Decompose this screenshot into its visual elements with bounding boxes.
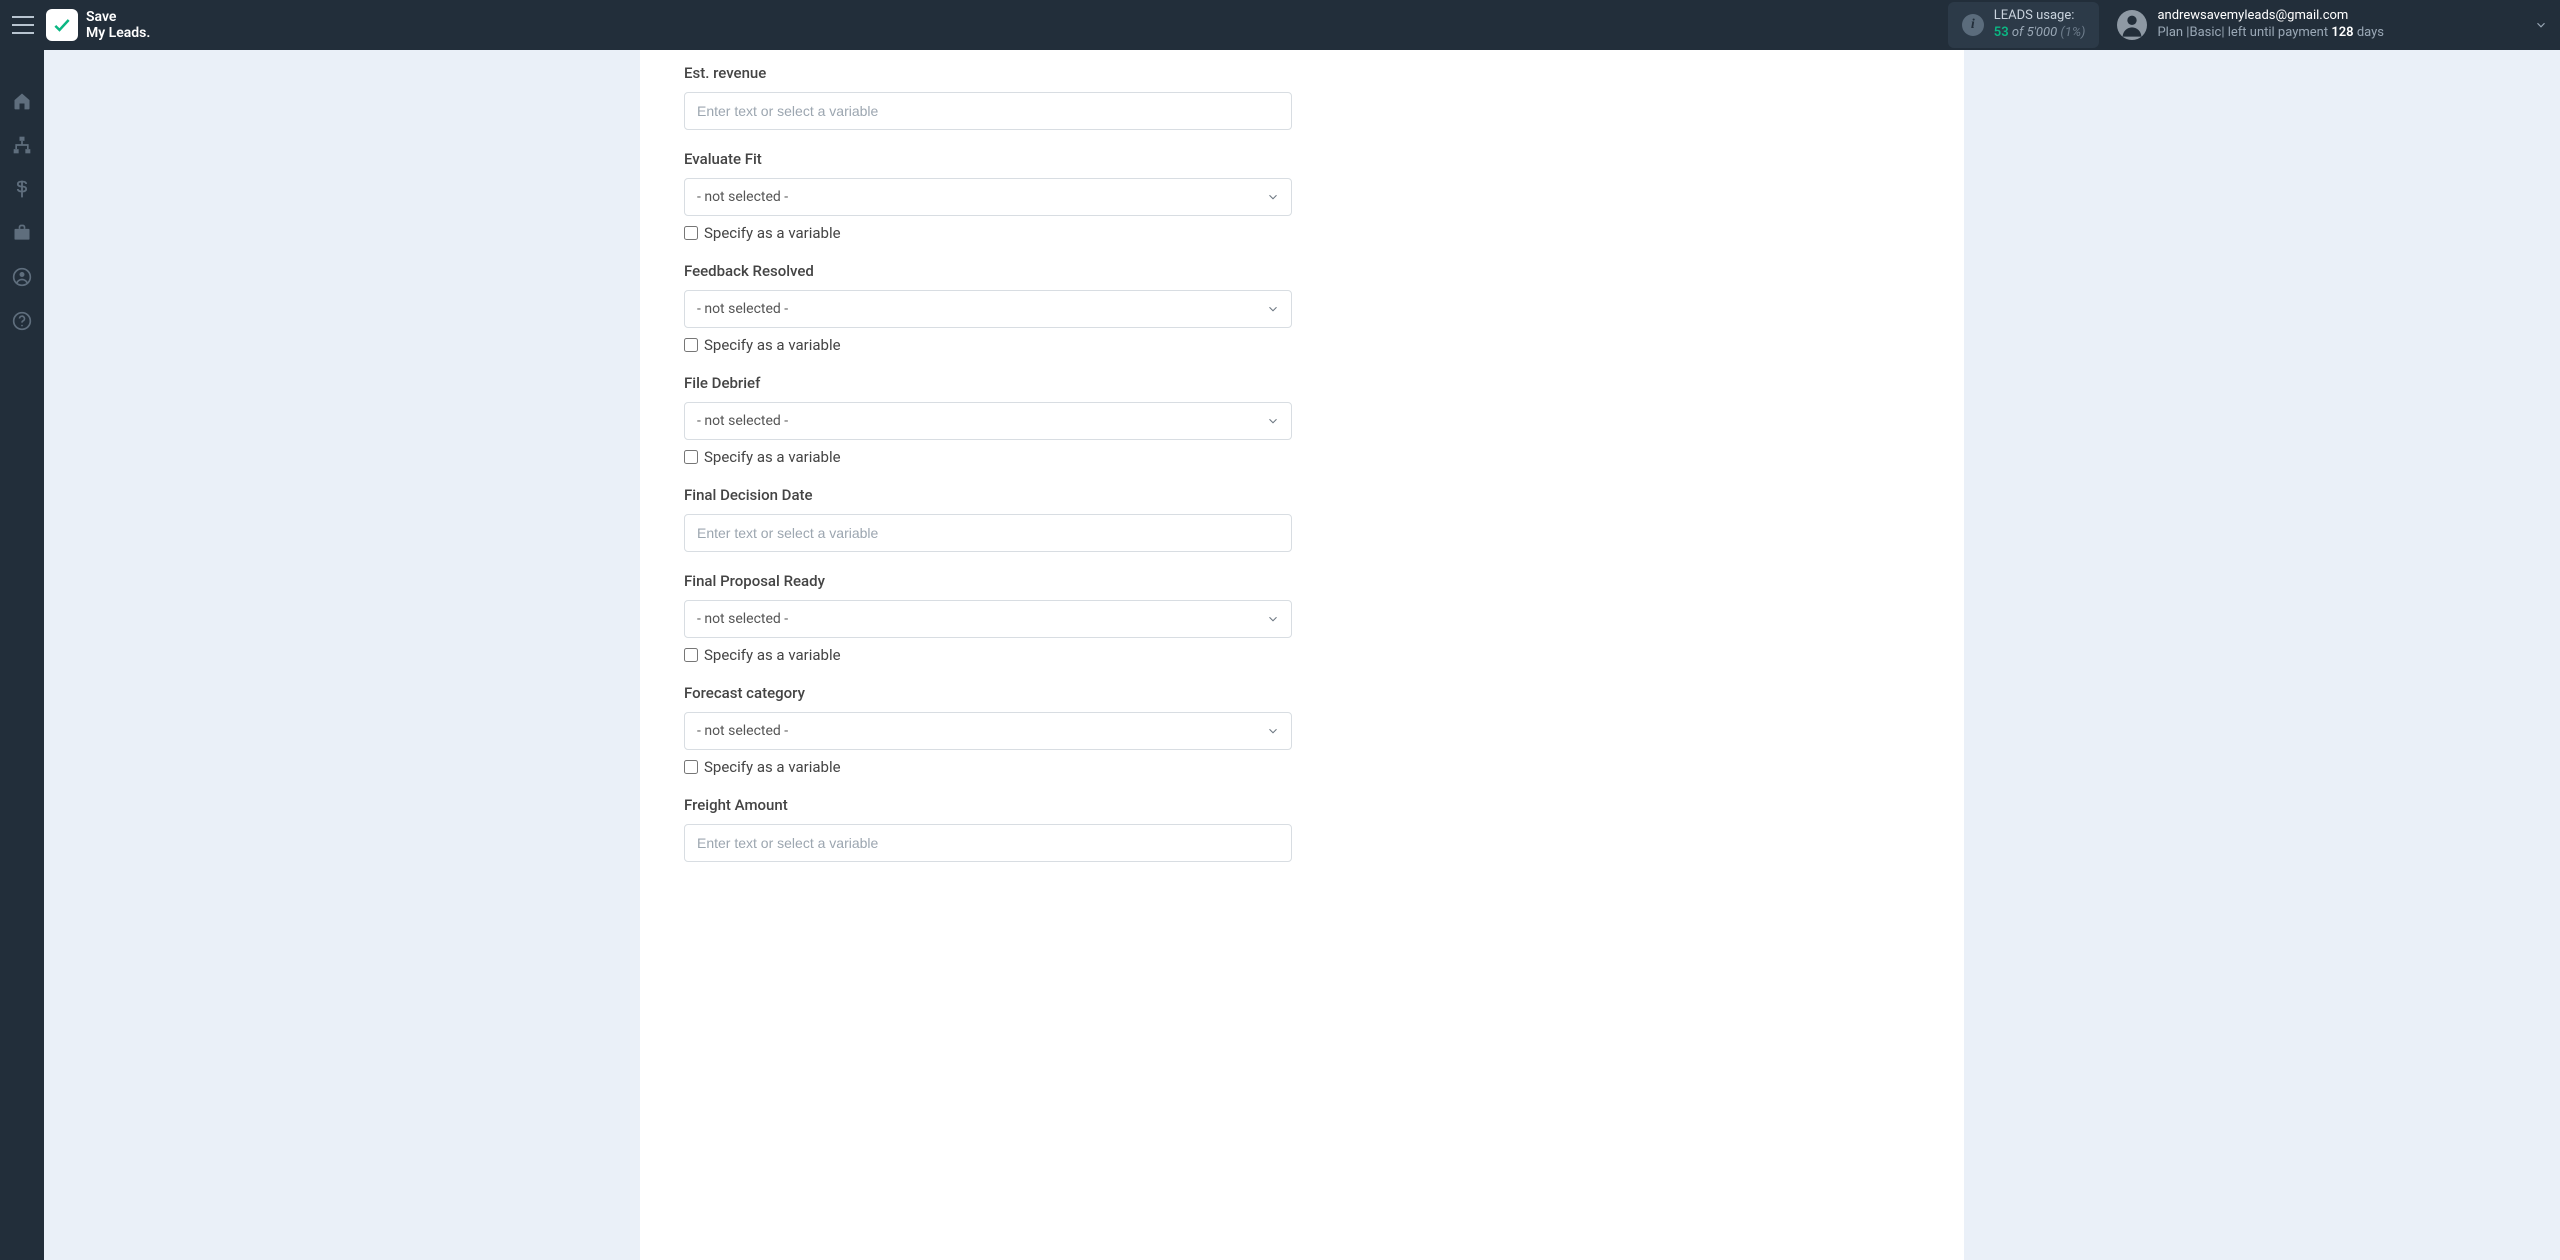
select-wrap-forecast_cat: - not selected - (684, 712, 1292, 750)
user-text: andrewsavemyleads@gmail.com Plan |Basic|… (2157, 8, 2384, 42)
dollar-icon (12, 179, 32, 199)
specify-variable-checkbox-forecast_cat[interactable] (684, 760, 698, 774)
field-label-final_decision: Final Decision Date (684, 486, 1292, 504)
field-label-file_debrief: File Debrief (684, 374, 1292, 392)
specify-variable-checkbox-final_proposal[interactable] (684, 648, 698, 662)
select-wrap-final_proposal: - not selected - (684, 600, 1292, 638)
content-card: Est. revenue Evaluate Fit - not selected -… (640, 50, 1964, 1260)
input-est_revenue[interactable] (684, 92, 1292, 130)
top-navbar: Save My Leads. i LEADS usage: 53 of 5'00… (0, 0, 2560, 50)
avatar (2117, 10, 2147, 40)
brand-line-1: Save (86, 9, 150, 25)
input-freight_amount[interactable] (684, 824, 1292, 862)
field-feedback_resolved: Feedback Resolved - not selected - Specify… (684, 262, 1292, 354)
field-est_revenue: Est. revenue (684, 64, 1292, 130)
user-email: andrewsavemyleads@gmail.com (2157, 8, 2384, 25)
logo-mark (46, 9, 78, 41)
logo-text: Save My Leads. (86, 9, 150, 41)
form-block: Est. revenue Evaluate Fit - not selected -… (684, 64, 1292, 862)
specify-variable-row-evaluate_fit: Specify as a variable (684, 224, 1292, 242)
usage-of-word: of (2012, 25, 2024, 40)
select-final_proposal[interactable]: - not selected - (684, 600, 1292, 638)
select-forecast_cat[interactable]: - not selected - (684, 712, 1292, 750)
plan-mid: | left until payment (2221, 25, 2331, 40)
plan-days-suffix: days (2354, 25, 2384, 40)
field-label-est_revenue: Est. revenue (684, 64, 1292, 82)
field-label-final_proposal: Final Proposal Ready (684, 572, 1292, 590)
sidebar-item-home[interactable] (11, 90, 33, 112)
specify-variable-label-final_proposal[interactable]: Specify as a variable (704, 646, 841, 664)
usage-current: 53 (1994, 25, 2009, 40)
briefcase-icon (12, 223, 32, 243)
specify-variable-row-feedback_resolved: Specify as a variable (684, 336, 1292, 354)
specify-variable-checkbox-file_debrief[interactable] (684, 450, 698, 464)
field-forecast_cat: Forecast category - not selected - Specify… (684, 684, 1292, 776)
field-final_proposal: Final Proposal Ready - not selected - Spec… (684, 572, 1292, 664)
field-freight_amount: Freight Amount (684, 796, 1292, 862)
select-evaluate_fit[interactable]: - not selected - (684, 178, 1292, 216)
usage-text: LEADS usage: 53 of 5'000 (1%) (1994, 8, 2086, 42)
specify-variable-row-file_debrief: Specify as a variable (684, 448, 1292, 466)
field-label-freight_amount: Freight Amount (684, 796, 1292, 814)
select-wrap-feedback_resolved: - not selected - (684, 290, 1292, 328)
plan-days: 128 (2331, 25, 2353, 40)
specify-variable-label-evaluate_fit[interactable]: Specify as a variable (704, 224, 841, 242)
home-icon (12, 91, 32, 111)
select-wrap-evaluate_fit: - not selected - (684, 178, 1292, 216)
field-label-forecast_cat: Forecast category (684, 684, 1292, 702)
user-menu[interactable]: andrewsavemyleads@gmail.com Plan |Basic|… (2117, 8, 2548, 42)
brand-line-2: My Leads. (86, 25, 150, 41)
plan-name: Basic (2189, 25, 2221, 40)
sidebar-item-connections[interactable] (11, 134, 33, 156)
info-icon: i (1962, 14, 1984, 36)
user-circle-icon (12, 267, 32, 287)
left-sidebar (0, 50, 44, 1260)
hamburger-menu[interactable] (12, 16, 34, 34)
usage-label: LEADS usage: (1994, 8, 2086, 25)
check-icon (52, 15, 72, 35)
input-final_decision[interactable] (684, 514, 1292, 552)
plan-prefix: Plan | (2157, 25, 2189, 40)
logo[interactable]: Save My Leads. (46, 9, 150, 41)
select-wrap-file_debrief: - not selected - (684, 402, 1292, 440)
sitemap-icon (12, 135, 32, 155)
specify-variable-label-forecast_cat[interactable]: Specify as a variable (704, 758, 841, 776)
usage-max: 5'000 (2027, 25, 2058, 40)
usage-pct: (1%) (2060, 25, 2085, 40)
specify-variable-checkbox-feedback_resolved[interactable] (684, 338, 698, 352)
chevron-down-icon (2534, 18, 2548, 32)
field-label-feedback_resolved: Feedback Resolved (684, 262, 1292, 280)
sidebar-item-help[interactable] (11, 310, 33, 332)
sidebar-item-work[interactable] (11, 222, 33, 244)
question-icon (12, 311, 32, 331)
user-icon (2118, 11, 2146, 39)
user-plan-line: Plan |Basic| left until payment 128 days (2157, 25, 2384, 42)
specify-variable-checkbox-evaluate_fit[interactable] (684, 226, 698, 240)
field-label-evaluate_fit: Evaluate Fit (684, 150, 1292, 168)
select-file_debrief[interactable]: - not selected - (684, 402, 1292, 440)
sidebar-item-billing[interactable] (11, 178, 33, 200)
field-file_debrief: File Debrief - not selected - Specify as a… (684, 374, 1292, 466)
sidebar-item-account[interactable] (11, 266, 33, 288)
page: Est. revenue Evaluate Fit - not selected -… (44, 0, 2560, 1260)
field-final_decision: Final Decision Date (684, 486, 1292, 552)
specify-variable-row-forecast_cat: Specify as a variable (684, 758, 1292, 776)
leads-usage-pill[interactable]: i LEADS usage: 53 of 5'000 (1%) (1948, 2, 2100, 48)
specify-variable-label-feedback_resolved[interactable]: Specify as a variable (704, 336, 841, 354)
specify-variable-label-file_debrief[interactable]: Specify as a variable (704, 448, 841, 466)
specify-variable-row-final_proposal: Specify as a variable (684, 646, 1292, 664)
field-evaluate_fit: Evaluate Fit - not selected - Specify as a… (684, 150, 1292, 242)
select-feedback_resolved[interactable]: - not selected - (684, 290, 1292, 328)
